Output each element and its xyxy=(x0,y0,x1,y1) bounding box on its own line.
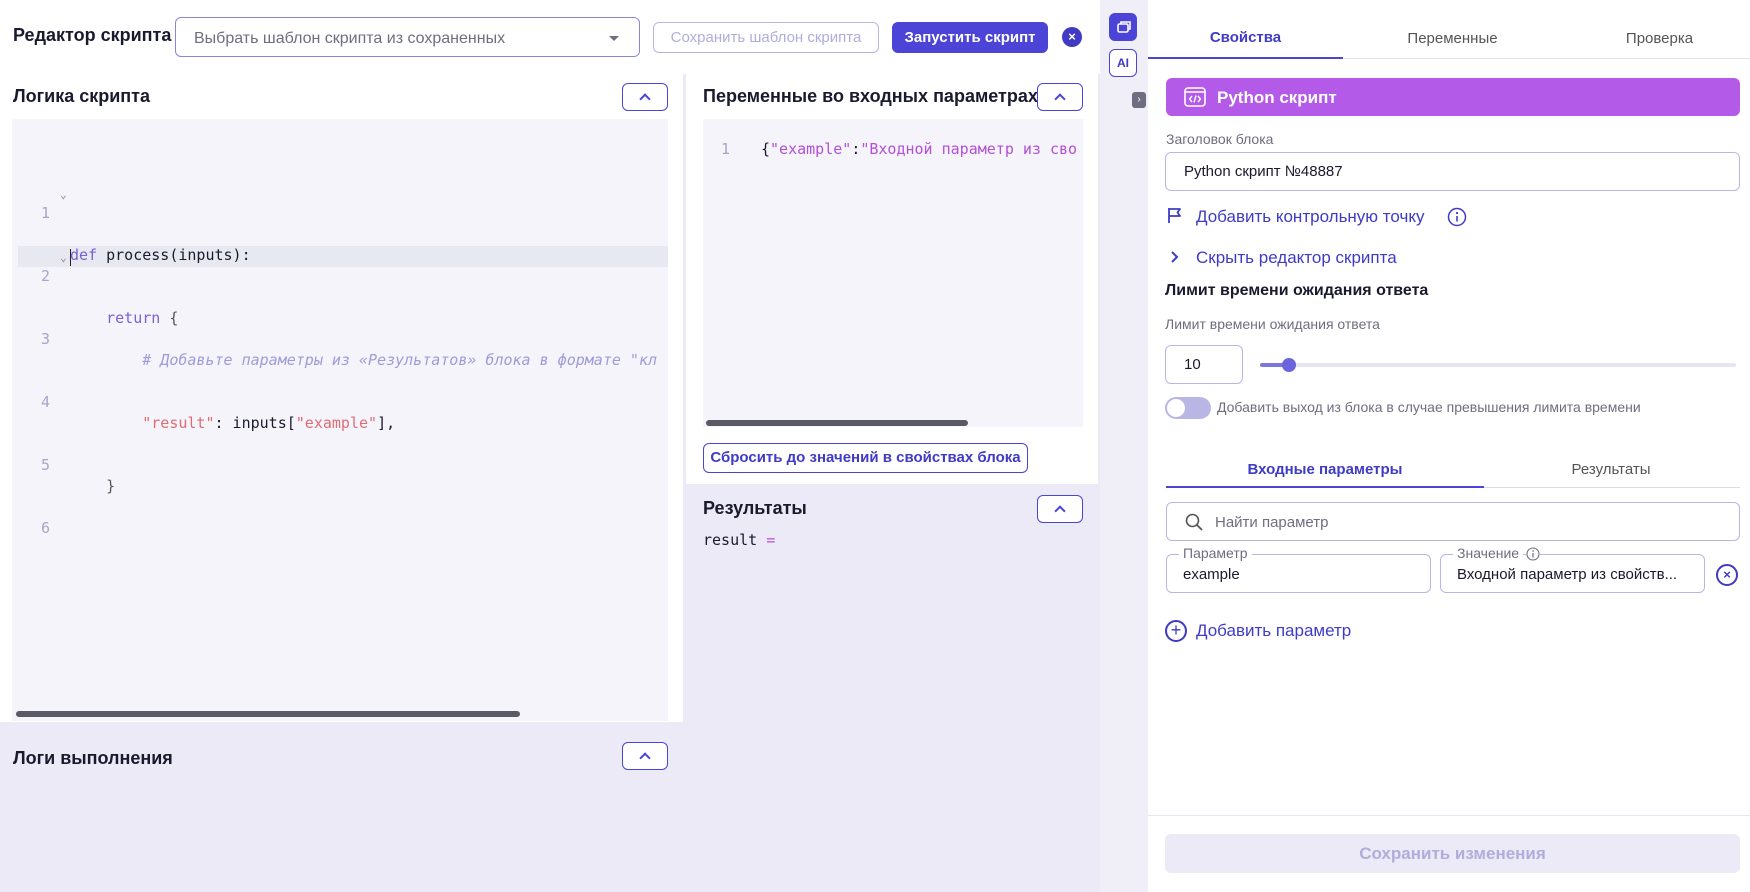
copy-icon[interactable] xyxy=(1109,13,1137,41)
fold-icon[interactable]: ⌄ xyxy=(60,184,67,205)
line-number: 2 xyxy=(40,267,50,285)
line-number: 5 xyxy=(40,456,50,474)
param-name-value: example xyxy=(1183,566,1240,583)
remove-param-icon[interactable]: × xyxy=(1716,564,1738,586)
code-comment: # Добавьте параметры из «Результатов» бл… xyxy=(142,351,658,369)
code-operator: = xyxy=(766,531,776,549)
add-param-link[interactable]: Добавить параметр xyxy=(1196,621,1351,641)
timeout-exit-label: Добавить выход из блока в случае превыше… xyxy=(1217,399,1641,415)
timeout-label: Лимит времени ожидания ответа xyxy=(1165,316,1380,332)
timeout-input[interactable]: 10 xyxy=(1165,345,1243,384)
active-tab-indicator xyxy=(1148,57,1343,59)
info-icon[interactable] xyxy=(1526,547,1540,566)
fold-icon[interactable]: ⌄ xyxy=(60,247,67,268)
ai-assistant-button[interactable]: AI xyxy=(1109,49,1137,77)
template-select-placeholder: Выбрать шаблон скрипта из сохраненных xyxy=(194,30,506,47)
save-changes-button[interactable]: Сохранить изменения xyxy=(1165,834,1740,873)
reset-to-block-values-button[interactable]: Сбросить до значений в свойствах блока xyxy=(703,443,1028,473)
footer-divider xyxy=(1148,815,1750,816)
info-icon[interactable] xyxy=(1447,207,1467,232)
code-string: "example" xyxy=(295,414,378,432)
code-text-segment: result xyxy=(703,531,758,549)
timeout-section-title: Лимит времени ожидания ответа xyxy=(1165,282,1429,299)
block-type-title: Python скрипт xyxy=(1217,88,1337,107)
run-script-button[interactable]: Запустить скрипт xyxy=(892,22,1048,53)
code-line: 4 "result": inputs["example"], xyxy=(18,371,668,432)
block-title-input[interactable]: Python скрипт №48887 xyxy=(1165,152,1740,191)
code-line: 5 } xyxy=(18,434,668,495)
tab-variables[interactable]: Переменные xyxy=(1355,30,1550,47)
collapse-logs-button[interactable] xyxy=(622,742,668,770)
toggle-knob xyxy=(1167,399,1185,417)
add-circle-icon[interactable]: + xyxy=(1165,620,1187,642)
code-horizontal-scrollbar[interactable] xyxy=(16,711,520,717)
line-number: 4 xyxy=(40,393,50,411)
text-cursor xyxy=(70,249,71,266)
add-checkpoint-link[interactable]: Добавить контрольную точку xyxy=(1196,207,1424,227)
param-name-label: Параметр xyxy=(1179,545,1252,561)
code-text: 1 ⌄ def process(inputs): 2 ⌄ return { 3 … xyxy=(18,140,668,539)
variables-code-editor[interactable]: 1 {"example":"Входной параметр из сво xyxy=(703,119,1083,427)
tab-validation[interactable]: Проверка xyxy=(1562,30,1750,47)
variables-code-line: {"example":"Входной параметр из сво xyxy=(761,140,1077,158)
caret-down-icon xyxy=(609,36,619,41)
collapse-logic-button[interactable] xyxy=(622,83,668,111)
code-text-segment: } xyxy=(106,477,116,495)
chevron-right-icon[interactable]: › xyxy=(1132,92,1146,108)
hide-script-editor-link[interactable]: Скрыть редактор скрипта xyxy=(1196,248,1397,268)
code-line: 6 xyxy=(18,497,668,537)
code-icon xyxy=(1184,87,1206,112)
search-placeholder: Найти параметр xyxy=(1215,514,1329,531)
tab-input-params[interactable]: Входные параметры xyxy=(1166,461,1484,478)
line-number: 6 xyxy=(40,519,50,537)
code-text-segment: : xyxy=(851,140,861,158)
tab-results[interactable]: Результаты xyxy=(1452,461,1750,478)
code-text-segment: ], xyxy=(377,414,396,432)
line-number: 3 xyxy=(40,330,50,348)
tool-strip xyxy=(1100,0,1148,892)
template-select[interactable]: Выбрать шаблон скрипта из сохраненных xyxy=(175,17,640,57)
line-number: 1 xyxy=(721,140,731,158)
collapse-results-button[interactable] xyxy=(1037,495,1083,523)
script-logic-title: Логика скрипта xyxy=(13,86,150,106)
collapse-variables-button[interactable] xyxy=(1037,83,1083,111)
code-line: 3 # Добавьте параметры из «Результатов» … xyxy=(18,308,668,369)
param-value-text: Входной параметр из свойств... xyxy=(1457,566,1678,583)
search-icon xyxy=(1184,512,1204,537)
tab-properties[interactable]: Свойства xyxy=(1148,29,1343,46)
execution-logs-title: Логи выполнения xyxy=(13,748,173,768)
line-number: 1 xyxy=(40,204,50,222)
flag-icon xyxy=(1165,205,1185,230)
param-search-input[interactable]: Найти параметр xyxy=(1166,502,1740,541)
timeout-slider-track[interactable] xyxy=(1260,363,1736,367)
code-line: 1 ⌄ def process(inputs): xyxy=(18,182,668,264)
chevron-right-icon[interactable] xyxy=(1169,250,1181,269)
block-title-label: Заголовок блока xyxy=(1166,131,1274,147)
input-variables-title: Переменные во входных параметрах xyxy=(703,86,1038,106)
code-string: "Входной параметр из сво xyxy=(860,140,1078,158)
results-code: result = xyxy=(703,531,775,549)
code-string: "example" xyxy=(770,140,852,158)
param-value-label: Значение xyxy=(1453,545,1524,561)
code-string: "result" xyxy=(142,414,215,432)
code-text-segment: { xyxy=(761,140,771,158)
close-icon[interactable]: × xyxy=(1062,27,1082,47)
variables-horizontal-scrollbar[interactable] xyxy=(706,420,968,426)
code-text-segment: : inputs[ xyxy=(214,414,296,432)
save-template-button[interactable]: Сохранить шаблон скрипта xyxy=(653,22,879,53)
code-line: 2 ⌄ return { xyxy=(18,245,668,327)
results-title: Результаты xyxy=(703,498,807,518)
active-param-tab-indicator xyxy=(1166,486,1484,488)
editor-title: Редактор скрипта xyxy=(13,25,172,45)
timeout-slider-thumb[interactable] xyxy=(1282,358,1296,372)
